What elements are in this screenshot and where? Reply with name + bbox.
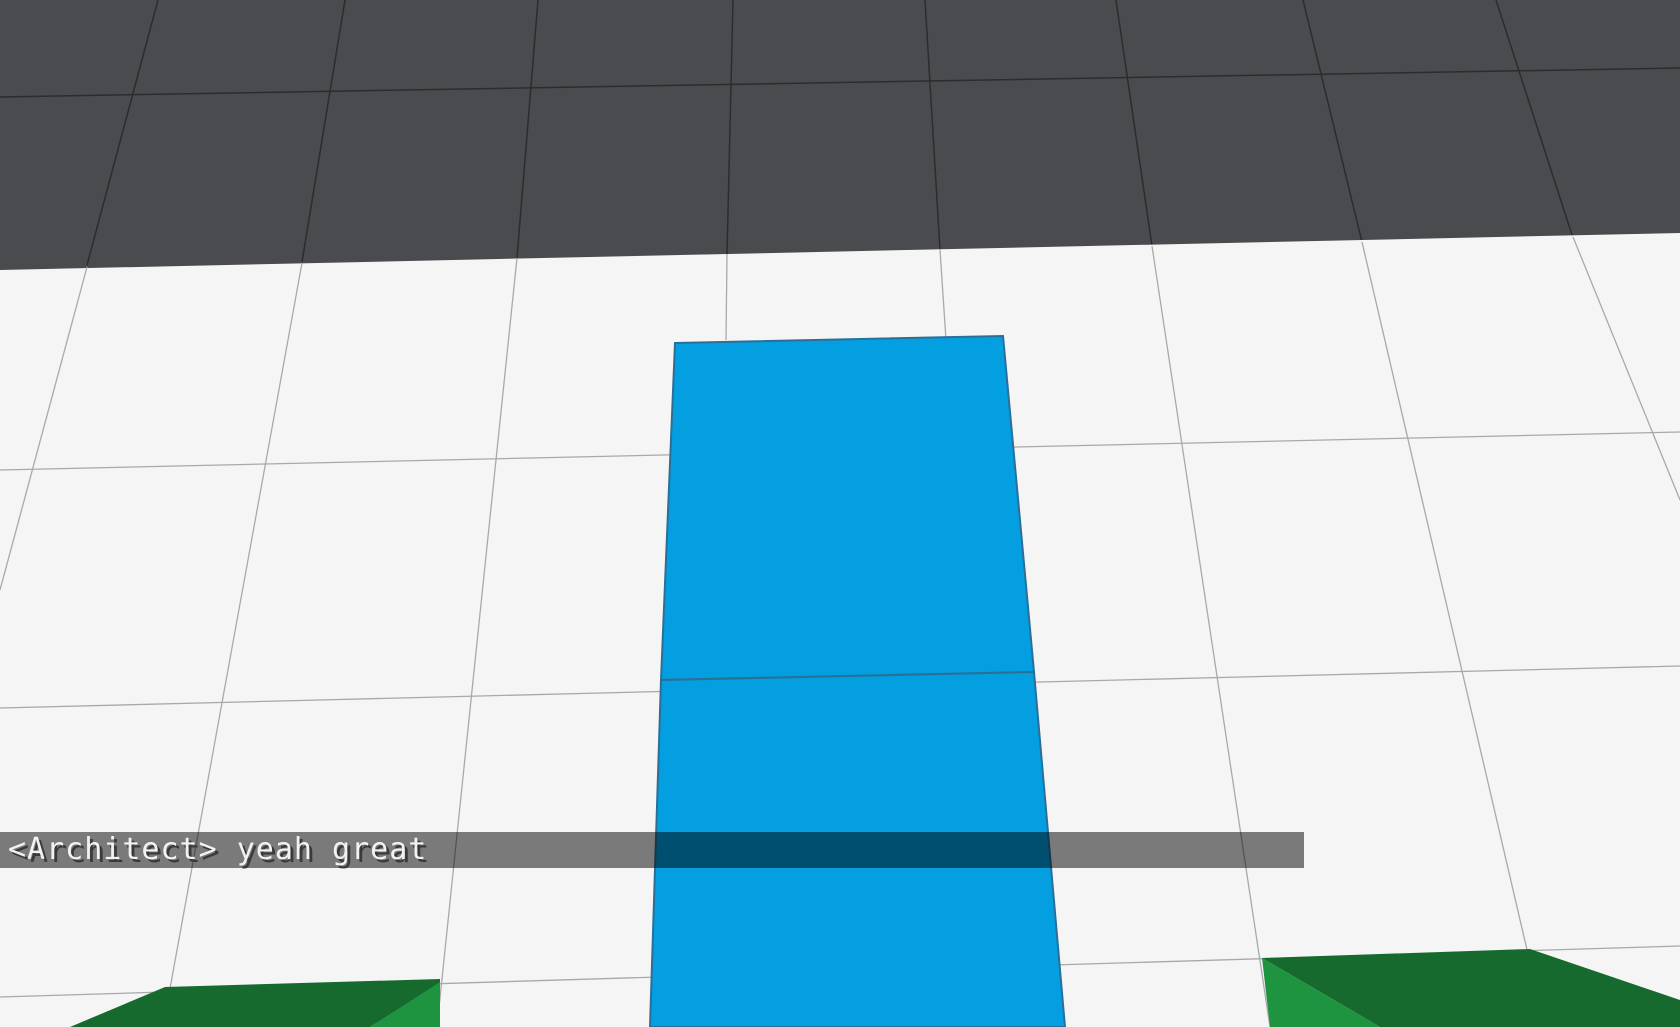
chat-message-line: <Architect> yeah great <box>0 832 1304 868</box>
blue-block-far[interactable] <box>659 334 1036 682</box>
game-viewport[interactable]: <Architect> yeah great <box>0 0 1680 1027</box>
chat-message-text: <Architect> yeah great <box>8 832 428 867</box>
dark-backdrop <box>0 0 1680 270</box>
world-scene[interactable] <box>0 0 1680 1027</box>
blue-block-column[interactable] <box>648 334 1067 1027</box>
